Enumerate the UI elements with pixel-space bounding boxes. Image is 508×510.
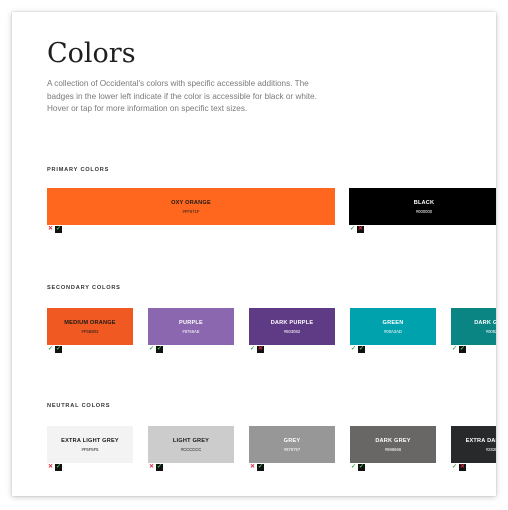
- swatch-hex: #00A3AD: [384, 328, 402, 334]
- swatch-name: GREY: [283, 437, 301, 444]
- swatch-name: EXTRA LIGHT GREY: [61, 437, 119, 444]
- black-check-icon[interactable]: ✓: [358, 464, 365, 471]
- swatch-name: LIGHT GREY: [172, 437, 210, 444]
- accessibility-badges: ✓ ✓: [350, 346, 365, 353]
- accessibility-badges: ✓ ✕: [451, 464, 466, 471]
- color-swatch-grey[interactable]: GREY #979797: [249, 426, 335, 463]
- color-palette-card: Colors A collection of Occidental's colo…: [12, 12, 496, 496]
- black-cross-icon[interactable]: ✕: [257, 346, 264, 353]
- page-description: A collection of Occidental's colors with…: [47, 79, 317, 113]
- swatch-hex: #FF671F: [182, 208, 200, 214]
- swatch-hex: #696666: [384, 446, 402, 452]
- swatch-hex: #979797: [283, 446, 301, 452]
- swatch-name: PURPLE: [179, 319, 203, 326]
- color-swatch-oxy-orange[interactable]: OXY ORANGE #FF671F: [47, 188, 335, 225]
- white-check-icon[interactable]: ✓: [249, 346, 256, 353]
- swatch-hex: #00827F: [485, 328, 496, 334]
- black-cross-icon[interactable]: ✕: [357, 226, 364, 233]
- swatch-hex: #603082: [283, 328, 301, 334]
- swatch-hex: #282828: [485, 446, 496, 452]
- accessibility-badges: ✕ ✓: [249, 464, 264, 471]
- black-check-icon[interactable]: ✓: [55, 226, 62, 233]
- black-check-icon[interactable]: ✓: [156, 346, 163, 353]
- swatch-name: EXTRA DARK GREY: [465, 437, 496, 444]
- color-swatch-dark-grey[interactable]: DARK GREY #696666: [350, 426, 436, 463]
- swatch-name: MEDIUM ORANGE: [64, 319, 116, 326]
- color-swatch-dark-purple[interactable]: DARK PURPLE #603082: [249, 308, 335, 345]
- accessibility-badges: ✓ ✕: [249, 346, 264, 353]
- swatch-name: DARK PURPLE: [270, 319, 314, 326]
- white-cross-icon[interactable]: ✕: [148, 464, 155, 471]
- white-check-icon[interactable]: ✓: [349, 226, 356, 233]
- color-swatch-extra-dark-grey[interactable]: EXTRA DARK GREY #282828: [451, 426, 496, 463]
- white-check-icon[interactable]: ✓: [451, 346, 458, 353]
- color-swatch-black[interactable]: BLACK #000000: [349, 188, 496, 225]
- black-check-icon[interactable]: ✓: [156, 464, 163, 471]
- color-swatch-purple[interactable]: PURPLE #8766AE: [148, 308, 234, 345]
- swatch-name: GREEN: [382, 319, 404, 326]
- white-check-icon[interactable]: ✓: [350, 346, 357, 353]
- color-swatch-dark-green[interactable]: DARK GREEN #00827F: [451, 308, 496, 345]
- page-title: Colors: [47, 38, 136, 69]
- white-cross-icon[interactable]: ✕: [47, 464, 54, 471]
- accessibility-badges: ✓ ✓: [451, 346, 466, 353]
- black-cross-icon[interactable]: ✕: [459, 464, 466, 471]
- accessibility-badges: ✕ ✓: [148, 464, 163, 471]
- swatch-name: DARK GREY: [375, 437, 411, 444]
- color-swatch-green[interactable]: GREEN #00A3AD: [350, 308, 436, 345]
- swatch-hex: #F5B802: [81, 328, 99, 334]
- color-swatch-extra-light-grey[interactable]: EXTRA LIGHT GREY #F5F5F5: [47, 426, 133, 463]
- swatch-name: BLACK: [413, 199, 435, 206]
- white-check-icon[interactable]: ✓: [148, 346, 155, 353]
- swatch-name: OXY ORANGE: [171, 199, 211, 206]
- white-check-icon[interactable]: ✓: [47, 346, 54, 353]
- black-check-icon[interactable]: ✓: [459, 346, 466, 353]
- white-check-icon[interactable]: ✓: [451, 464, 458, 471]
- primary-colors-heading: PRIMARY COLORS: [47, 167, 110, 173]
- accessibility-badges: ✓ ✕: [349, 226, 364, 233]
- black-check-icon[interactable]: ✓: [55, 464, 62, 471]
- neutral-colors-heading: NEUTRAL COLORS: [47, 403, 111, 409]
- accessibility-badges: ✕ ✓: [47, 464, 62, 471]
- white-cross-icon[interactable]: ✕: [47, 226, 54, 233]
- accessibility-badges: ✓ ✓: [350, 464, 365, 471]
- accessibility-badges: ✕ ✓: [47, 226, 62, 233]
- swatch-hex: #F5F5F5: [81, 446, 99, 452]
- swatch-hex: #CCCCCC: [180, 446, 202, 452]
- color-swatch-light-grey[interactable]: LIGHT GREY #CCCCCC: [148, 426, 234, 463]
- swatch-hex: #8766AE: [182, 328, 200, 334]
- black-check-icon[interactable]: ✓: [358, 346, 365, 353]
- white-cross-icon[interactable]: ✕: [249, 464, 256, 471]
- swatch-name: DARK GREEN: [474, 319, 496, 326]
- accessibility-badges: ✓ ✓: [47, 346, 62, 353]
- black-check-icon[interactable]: ✓: [257, 464, 264, 471]
- color-swatch-medium-orange[interactable]: MEDIUM ORANGE #F5B802: [47, 308, 133, 345]
- white-check-icon[interactable]: ✓: [350, 464, 357, 471]
- secondary-colors-heading: SECONDARY COLORS: [47, 285, 121, 291]
- black-check-icon[interactable]: ✓: [55, 346, 62, 353]
- swatch-hex: #000000: [415, 208, 433, 214]
- accessibility-badges: ✓ ✓: [148, 346, 163, 353]
